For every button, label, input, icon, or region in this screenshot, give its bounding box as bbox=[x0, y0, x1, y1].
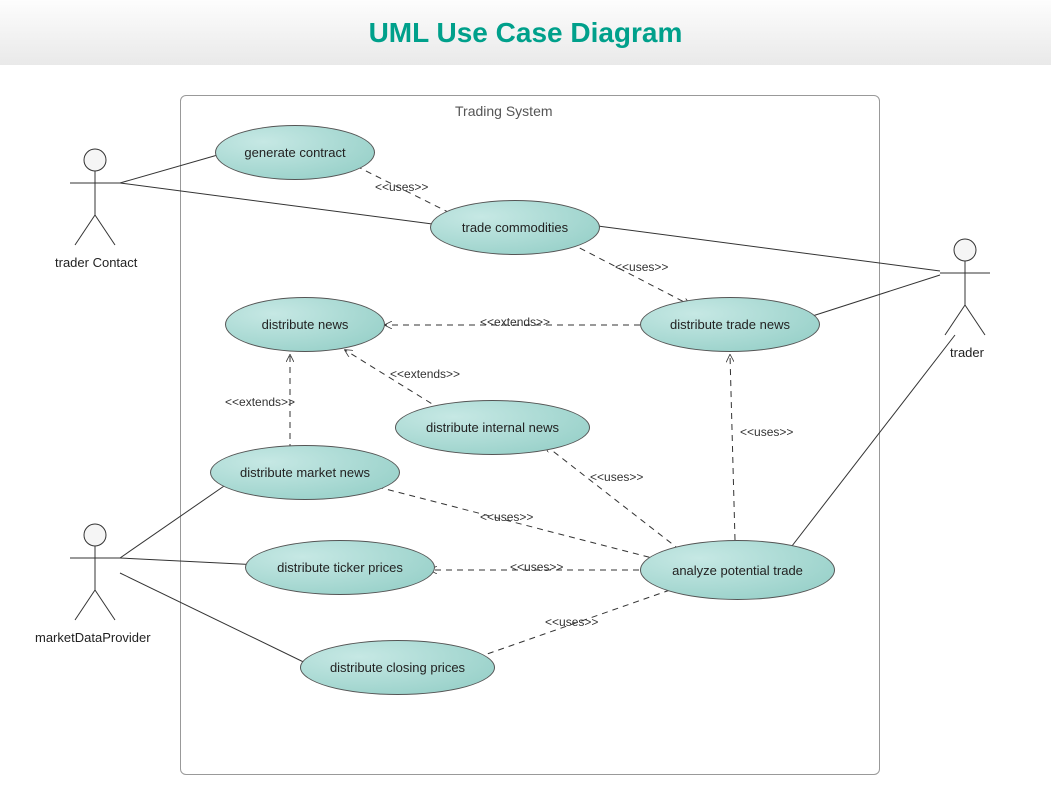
usecase-generate-contract: generate contract bbox=[215, 125, 375, 180]
rel-label-uses: <<uses>> bbox=[590, 470, 643, 484]
usecase-distribute-internal-news: distribute internal news bbox=[395, 400, 590, 455]
rel-label-uses: <<uses>> bbox=[510, 560, 563, 574]
usecase-label: distribute news bbox=[262, 317, 349, 332]
page-title: UML Use Case Diagram bbox=[369, 17, 683, 49]
usecase-label: analyze potential trade bbox=[672, 563, 803, 578]
usecase-trade-commodities: trade commodities bbox=[430, 200, 600, 255]
actor-label-trader: trader bbox=[950, 345, 984, 360]
usecase-label: distribute closing prices bbox=[330, 660, 465, 675]
actor-label-trader-contact: trader Contact bbox=[55, 255, 137, 270]
actor-figure-trader-contact bbox=[70, 149, 120, 245]
usecase-distribute-closing-prices: distribute closing prices bbox=[300, 640, 495, 695]
rel-label-uses: <<uses>> bbox=[615, 260, 668, 274]
usecase-label: trade commodities bbox=[462, 220, 568, 235]
header: UML Use Case Diagram bbox=[0, 0, 1051, 65]
usecase-label: distribute ticker prices bbox=[277, 560, 403, 575]
system-label: Trading System bbox=[455, 103, 553, 119]
usecase-analyze-potential-trade: analyze potential trade bbox=[640, 540, 835, 600]
rel-label-uses: <<uses>> bbox=[545, 615, 598, 629]
rel-label-uses: <<uses>> bbox=[740, 425, 793, 439]
usecase-distribute-market-news: distribute market news bbox=[210, 445, 400, 500]
actor-label-market-data-provider: marketDataProvider bbox=[35, 630, 151, 645]
usecase-label: distribute internal news bbox=[426, 420, 559, 435]
diagram-canvas: Trading System bbox=[0, 65, 1051, 789]
usecase-distribute-news: distribute news bbox=[225, 297, 385, 352]
rel-label-extends: <<extends>> bbox=[480, 315, 550, 329]
rel-label-uses: <<uses>> bbox=[480, 510, 533, 524]
actor-figure-market-data-provider bbox=[70, 524, 120, 620]
usecase-distribute-ticker-prices: distribute ticker prices bbox=[245, 540, 435, 595]
usecase-distribute-trade-news: distribute trade news bbox=[640, 297, 820, 352]
usecase-label: distribute trade news bbox=[670, 317, 790, 332]
actor-figure-trader bbox=[940, 239, 990, 335]
usecase-label: generate contract bbox=[244, 145, 345, 160]
rel-label-uses: <<uses>> bbox=[375, 180, 428, 194]
usecase-label: distribute market news bbox=[240, 465, 370, 480]
rel-label-extends: <<extends>> bbox=[390, 367, 460, 381]
rel-label-extends: <<extends>> bbox=[225, 395, 295, 409]
